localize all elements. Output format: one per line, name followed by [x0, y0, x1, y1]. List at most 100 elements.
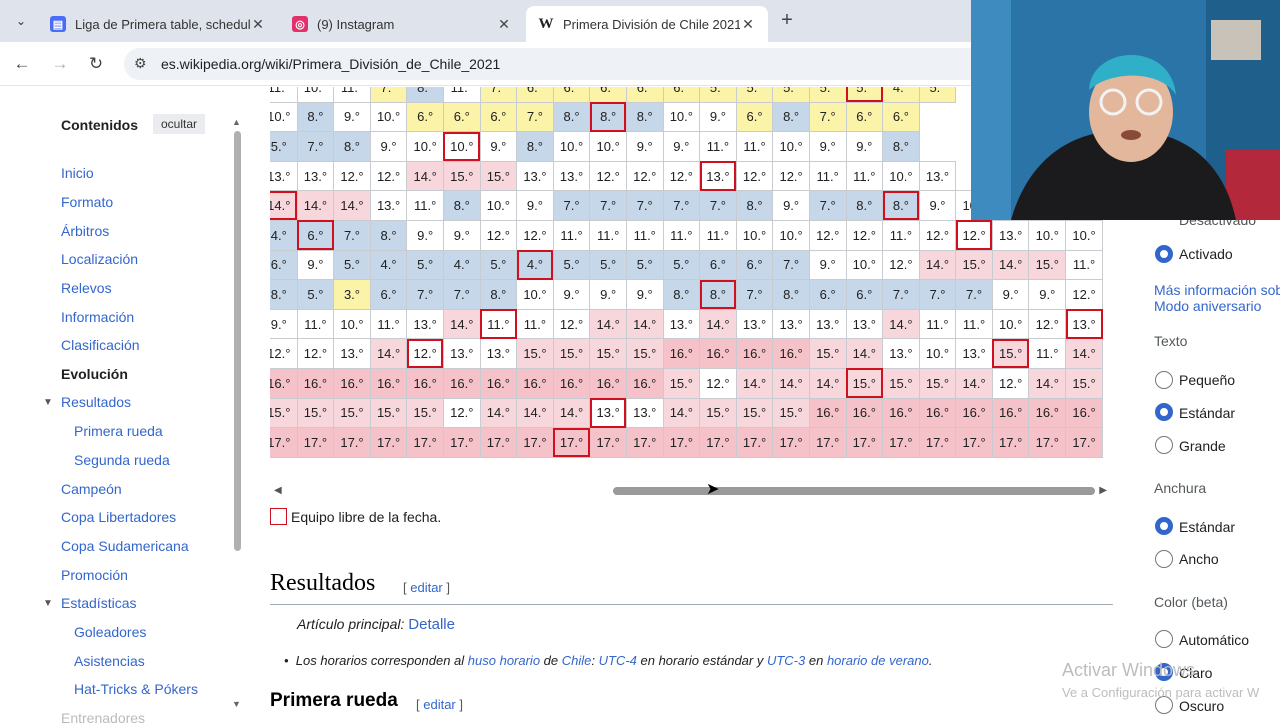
- table-cell: 10.°: [772, 131, 810, 162]
- table-cell: 15.°: [808, 338, 847, 369]
- toc-item[interactable]: Entrenadores: [61, 710, 145, 726]
- table-cell: 9.°: [808, 131, 847, 162]
- chevron-down-icon[interactable]: ▼: [43, 598, 53, 609]
- activado-radio[interactable]: [1155, 245, 1173, 263]
- width-wide-radio[interactable]: [1155, 550, 1173, 568]
- chevron-down-icon[interactable]: ▼: [43, 397, 53, 408]
- table-horizontal-scrollbar[interactable]: ◀ ▶: [270, 484, 1113, 498]
- table-cell: 14.°: [516, 397, 554, 429]
- reload-icon[interactable]: ↻: [85, 53, 107, 75]
- width-standard-radio[interactable]: [1155, 517, 1173, 535]
- table-cell: 6.°: [625, 87, 664, 103]
- close-icon[interactable]: ✕: [740, 16, 756, 33]
- tab-wikipedia[interactable]: W Primera División de Chile 2021 ✕: [526, 6, 768, 42]
- note-link[interactable]: UTC-4: [599, 653, 637, 668]
- back-icon[interactable]: ←: [11, 53, 33, 75]
- table-row: 17.° 17.° 17.° 17.° 17.° 17.° 17.° 17.° 17.° 17.°…: [270, 427, 1103, 458]
- table-cell: 13.°: [1065, 308, 1103, 340]
- anniversary-mode-link[interactable]: Modo aniversario: [1154, 298, 1261, 314]
- note-link[interactable]: UTC-3: [767, 653, 805, 668]
- table-cell: 15.°: [845, 367, 884, 399]
- edit-primera-rueda-link[interactable]: editar: [423, 697, 456, 712]
- table-cell: 14.°: [955, 367, 993, 399]
- toc-item[interactable]: Inicio: [61, 165, 94, 181]
- toc-item[interactable]: Evolución: [61, 366, 128, 382]
- toc-item[interactable]: Relevos: [61, 280, 112, 296]
- table-cell: 14.°: [662, 397, 701, 429]
- table-cell: 8.°: [369, 219, 408, 251]
- mouse-cursor-icon: ➤: [706, 481, 720, 498]
- table-cell: 14.°: [589, 308, 627, 340]
- windows-activation-watermark: Activar Windows Ve a Configuración para …: [1062, 660, 1259, 700]
- table-cell: 9.°: [662, 131, 701, 162]
- toc-item[interactable]: Clasificación: [61, 337, 140, 353]
- toc-item[interactable]: Resultados: [61, 394, 131, 410]
- toc-item[interactable]: Estadísticas: [61, 595, 136, 611]
- table-cell: 16.°: [845, 397, 884, 429]
- table-cell: 4.°: [882, 87, 920, 103]
- table-cell: 5.°: [406, 249, 444, 281]
- table-cell: 3.°: [333, 279, 371, 310]
- table-row: 8.° 5.° 3.° 6.° 7.° 7.° 8.° 10.° 9.° 9.° 9.° 8.° 8.°…: [270, 279, 1103, 310]
- table-cell: 17.°: [808, 427, 847, 458]
- toc-item[interactable]: Goleadores: [74, 624, 146, 640]
- table-row: 16.° 16.° 16.° 16.° 16.° 16.° 16.° 16.° 16.° 16.°…: [270, 367, 1103, 399]
- toc-item[interactable]: Campeón: [61, 481, 122, 497]
- table-cell: 13.°: [369, 190, 408, 221]
- new-tab-button[interactable]: +: [776, 10, 798, 32]
- table-cell: 16.°: [699, 338, 737, 369]
- table-cell: 6.°: [552, 87, 591, 103]
- scroll-down-icon[interactable]: ▼: [232, 699, 241, 709]
- text-standard-radio[interactable]: [1155, 403, 1173, 421]
- table-cell: 8.°: [882, 131, 920, 162]
- toc-item[interactable]: Árbitros: [61, 223, 109, 239]
- table-cell: 8.°: [845, 190, 884, 221]
- tab-title: Liga de Primera table, schedule: [75, 16, 250, 32]
- tab-instagram[interactable]: ◎ (9) Instagram ✕: [280, 6, 524, 42]
- toc-item[interactable]: Promoción: [61, 567, 128, 583]
- toc-item[interactable]: Asistencias: [74, 653, 145, 669]
- text-small-radio[interactable]: [1155, 371, 1173, 389]
- edit-results-link[interactable]: editar: [410, 580, 443, 595]
- table-cell: 15.°: [1065, 367, 1103, 399]
- site-info-icon[interactable]: ⚙: [134, 55, 147, 72]
- scrollbar-thumb[interactable]: [613, 487, 1095, 495]
- forward-icon[interactable]: →: [49, 53, 71, 75]
- table-cell: 12.°: [1028, 308, 1067, 340]
- toc-item[interactable]: Segunda rueda: [74, 452, 170, 468]
- toc-hide-button[interactable]: ocultar: [153, 114, 206, 134]
- scroll-right-icon[interactable]: ▶: [1099, 485, 1107, 496]
- table-cell: 7.°: [516, 101, 554, 133]
- table-cell: 16.°: [918, 397, 957, 429]
- toc-item[interactable]: Localización: [61, 251, 138, 267]
- toc-scrollbar-thumb[interactable]: [234, 131, 241, 551]
- note-link[interactable]: horario de verano: [827, 653, 929, 668]
- url-text[interactable]: es.wikipedia.org/wiki/Primera_División_d…: [161, 56, 500, 72]
- toc-item[interactable]: Información: [61, 309, 134, 325]
- close-icon[interactable]: ✕: [250, 16, 266, 33]
- close-icon[interactable]: ✕: [496, 16, 512, 33]
- hatnote-link[interactable]: Detalle: [408, 616, 455, 633]
- table-cell: 17.°: [516, 427, 554, 458]
- toc-item[interactable]: Hat-Tricks & Pókers: [74, 681, 198, 697]
- toc-item[interactable]: Copa Sudamericana: [61, 538, 189, 554]
- width-wide-label: Ancho: [1179, 551, 1219, 567]
- tab-search-icon[interactable]: ⌄: [8, 8, 34, 34]
- color-auto-label: Automático: [1179, 632, 1250, 648]
- toc-item[interactable]: Copa Libertadores: [61, 509, 176, 525]
- color-auto-radio[interactable]: [1155, 630, 1173, 648]
- scroll-up-icon[interactable]: ▲: [232, 117, 241, 127]
- note-link[interactable]: Chile: [562, 653, 592, 668]
- toc-item[interactable]: Primera rueda: [74, 423, 163, 439]
- text-large-radio[interactable]: [1155, 436, 1173, 454]
- table-cell: 6.°: [442, 101, 481, 133]
- more-info-link[interactable]: Más información sob: [1154, 282, 1280, 298]
- table-cell: 6.°: [589, 87, 627, 103]
- tab-liga[interactable]: ▤ Liga de Primera table, schedule ✕: [38, 6, 278, 42]
- table-cell: 12.°: [369, 160, 408, 192]
- toc-item[interactable]: Formato: [61, 194, 113, 210]
- table-cell: 12.°: [735, 160, 774, 192]
- table-cell: 15.°: [333, 397, 371, 429]
- scroll-left-icon[interactable]: ◀: [274, 485, 282, 496]
- note-link[interactable]: huso horario: [468, 653, 540, 668]
